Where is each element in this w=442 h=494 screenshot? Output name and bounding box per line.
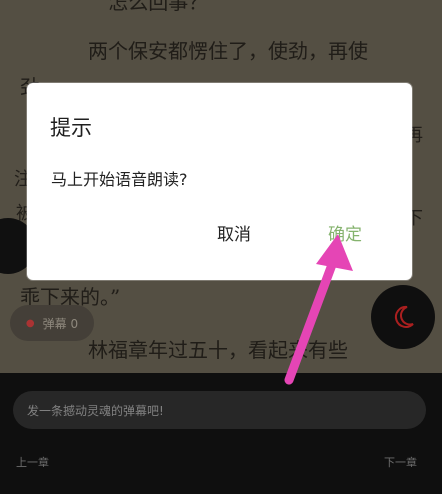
dialog-title: 提示 (50, 116, 92, 140)
cancel-button[interactable]: 取消 (217, 220, 251, 245)
read-aloud-dialog: 提示 马上开始语音朗读? 取消 确定 (27, 83, 412, 280)
confirm-button[interactable]: 确定 (328, 220, 362, 245)
dialog-message: 马上开始语音朗读? (51, 170, 188, 189)
